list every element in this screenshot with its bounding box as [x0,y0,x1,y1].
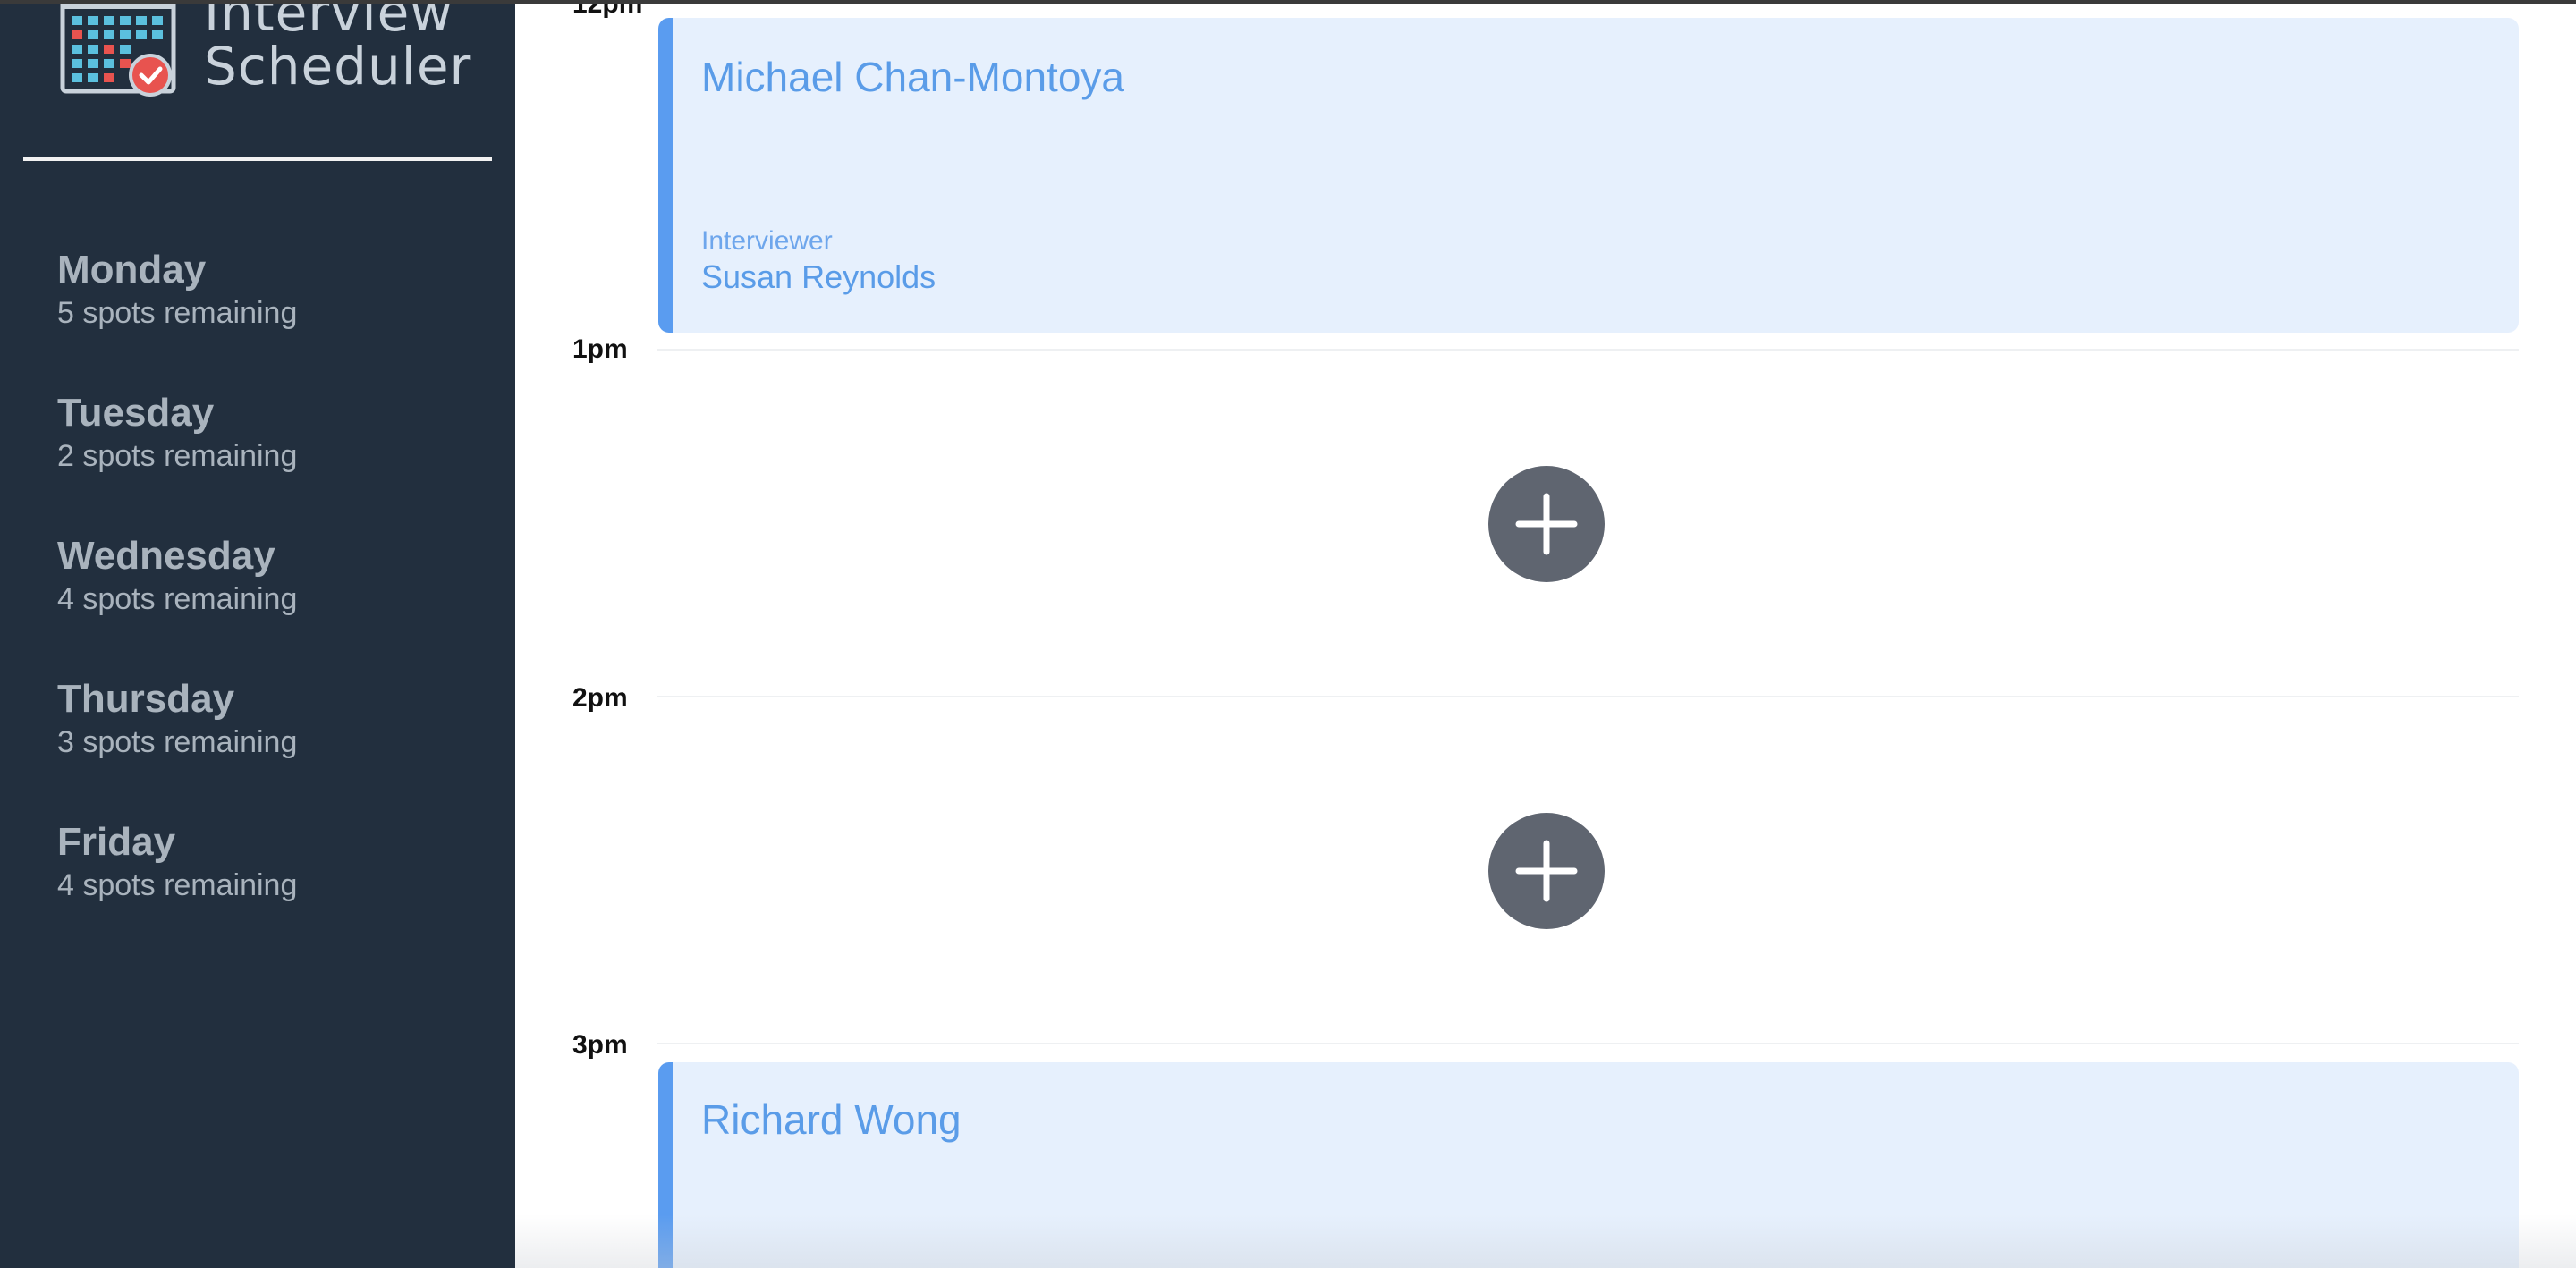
day-item-wednesday[interactable]: Wednesday 4 spots remaining [57,531,297,674]
day-item-monday[interactable]: Monday 5 spots remaining [57,245,297,388]
hour-divider [657,1043,2519,1044]
day-item-friday[interactable]: Friday 4 spots remaining [57,817,297,960]
sidebar-divider [23,157,492,161]
day-spots-remaining: 2 spots remaining [57,439,298,473]
schedule: 12pm Michael Chan-Montoya Interviewer Su… [515,4,2576,1268]
day-item-tuesday[interactable]: Tuesday 2 spots remaining [57,388,297,531]
time-label-12pm: 12pm [572,0,643,19]
plus-icon [1515,840,1578,902]
day-spots-remaining: 3 spots remaining [57,725,298,759]
sidebar: Interview Scheduler Monday 5 spots remai… [0,4,515,1268]
day-spots-remaining: 4 spots remaining [57,582,298,616]
day-name: Thursday [57,677,235,721]
day-name: Friday [57,820,176,864]
app-title: Interview Scheduler [204,0,472,97]
interviewer-label: Interviewer [701,226,833,256]
add-appointment-button[interactable] [1488,466,1605,582]
app-window: Interview Scheduler Monday 5 spots remai… [0,0,2576,1268]
day-name: Monday [57,248,207,292]
day-spots-remaining: 4 spots remaining [57,868,298,902]
app-title-line2: Scheduler [204,36,472,97]
hour-divider [657,349,2519,351]
plus-icon [1515,493,1578,555]
day-spots-remaining: 5 spots remaining [57,296,298,330]
interviewer-name: Susan Reynolds [701,258,936,295]
appointment-card[interactable]: Richard Wong [658,1062,2519,1268]
day-name: Tuesday [57,391,215,435]
calendar-check-icon [60,4,176,97]
day-list: Monday 5 spots remaining Tuesday 2 spots… [57,245,297,960]
time-label-1pm: 1pm [572,334,628,364]
student-name: Michael Chan-Montoya [701,54,1125,100]
time-label-2pm: 2pm [572,683,628,713]
app-title-line1: Interview [204,0,453,43]
time-label-3pm: 3pm [572,1030,628,1060]
brand: Interview Scheduler [59,0,472,102]
student-name: Richard Wong [701,1096,962,1143]
day-name: Wednesday [57,534,275,578]
add-appointment-button[interactable] [1488,813,1605,929]
hour-divider [657,696,2519,697]
appointment-card[interactable]: Michael Chan-Montoya Interviewer Susan R… [658,18,2519,333]
day-item-thursday[interactable]: Thursday 3 spots remaining [57,674,297,817]
